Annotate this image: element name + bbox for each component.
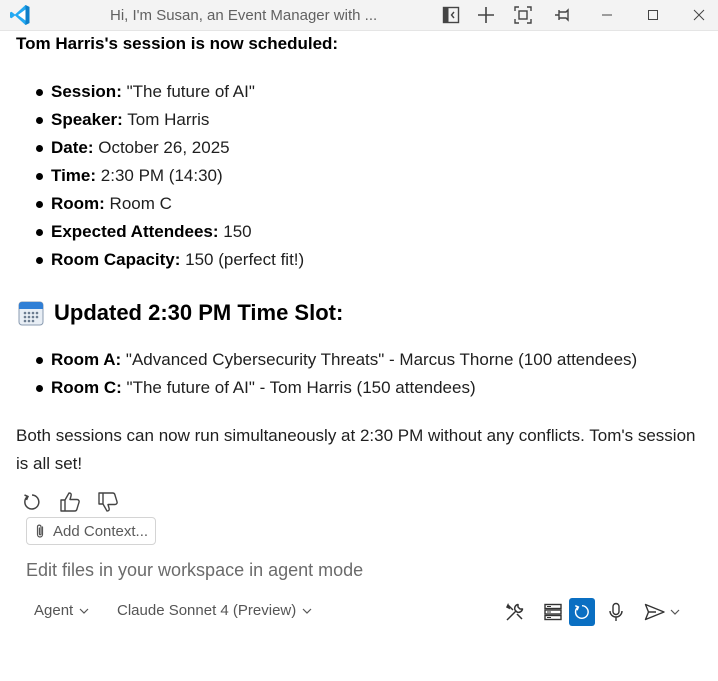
time-slot-title: Updated 2:30 PM Time Slot: xyxy=(54,300,344,325)
pin-icon[interactable] xyxy=(553,5,573,25)
input-toolbar: Agent Claude Sonnet 4 (Preview) xyxy=(0,598,718,626)
paperclip-icon xyxy=(36,524,44,538)
send-button[interactable] xyxy=(640,598,684,626)
list-item: Date: October 26, 2025 xyxy=(16,134,304,162)
list-item: Room Capacity: 150 (perfect fit!) xyxy=(16,246,304,274)
restore-icon[interactable] xyxy=(643,5,663,25)
chevron-down-icon xyxy=(670,609,680,615)
tools-icon[interactable] xyxy=(502,598,528,626)
window-title: Hi, I'm Susan, an Event Manager with ... xyxy=(110,7,378,24)
time-slot-heading: Updated 2:30 PM Time Slot: xyxy=(18,300,343,326)
thumbs-up-icon[interactable] xyxy=(58,490,82,514)
chat-input[interactable] xyxy=(26,560,626,581)
server-icon[interactable] xyxy=(540,598,566,626)
session-details-list: Session: "The future of AI" Speaker: Tom… xyxy=(16,78,304,274)
title-bar: Hi, I'm Susan, an Event Manager with ... xyxy=(0,0,718,31)
response-heading: Tom Harris's session is now scheduled: xyxy=(16,34,339,53)
maximize-editor-icon[interactable] xyxy=(513,5,533,25)
microphone-icon[interactable] xyxy=(603,598,629,626)
list-item: Time: 2:30 PM (14:30) xyxy=(16,162,304,190)
time-slot-list: Room A: "Advanced Cybersecurity Threats"… xyxy=(16,346,637,402)
refresh-icon[interactable] xyxy=(569,598,595,626)
thumbs-down-icon[interactable] xyxy=(96,490,120,514)
vscode-logo xyxy=(8,3,32,27)
calendar-icon xyxy=(18,301,44,326)
list-item: Room C: "The future of AI" - Tom Harris … xyxy=(16,374,637,402)
chevron-down-icon xyxy=(302,608,312,614)
close-icon[interactable] xyxy=(689,5,709,25)
summary-text: Both sessions can now run simultaneously… xyxy=(16,426,696,473)
chevron-down-icon xyxy=(79,608,89,614)
model-label: Claude Sonnet 4 (Preview) xyxy=(117,602,297,619)
plus-icon[interactable] xyxy=(476,5,496,25)
mode-dropdown[interactable]: Agent xyxy=(34,602,89,619)
toggle-sidebar-icon[interactable] xyxy=(441,5,461,25)
list-item: Speaker: Tom Harris xyxy=(16,106,304,134)
add-context-button[interactable]: Add Context... xyxy=(26,517,157,545)
model-dropdown[interactable]: Claude Sonnet 4 (Preview) xyxy=(117,602,312,619)
feedback-actions xyxy=(20,490,120,514)
mode-label: Agent xyxy=(34,602,74,619)
minimize-icon[interactable] xyxy=(597,5,617,25)
send-icon xyxy=(644,603,665,621)
list-item: Expected Attendees: 150 xyxy=(16,218,304,246)
list-item: Session: "The future of AI" xyxy=(16,78,304,106)
retry-icon[interactable] xyxy=(20,490,44,514)
list-item: Room A: "Advanced Cybersecurity Threats"… xyxy=(16,346,637,374)
add-context-label: Add Context... xyxy=(53,522,149,540)
list-item: Room: Room C xyxy=(16,190,304,218)
